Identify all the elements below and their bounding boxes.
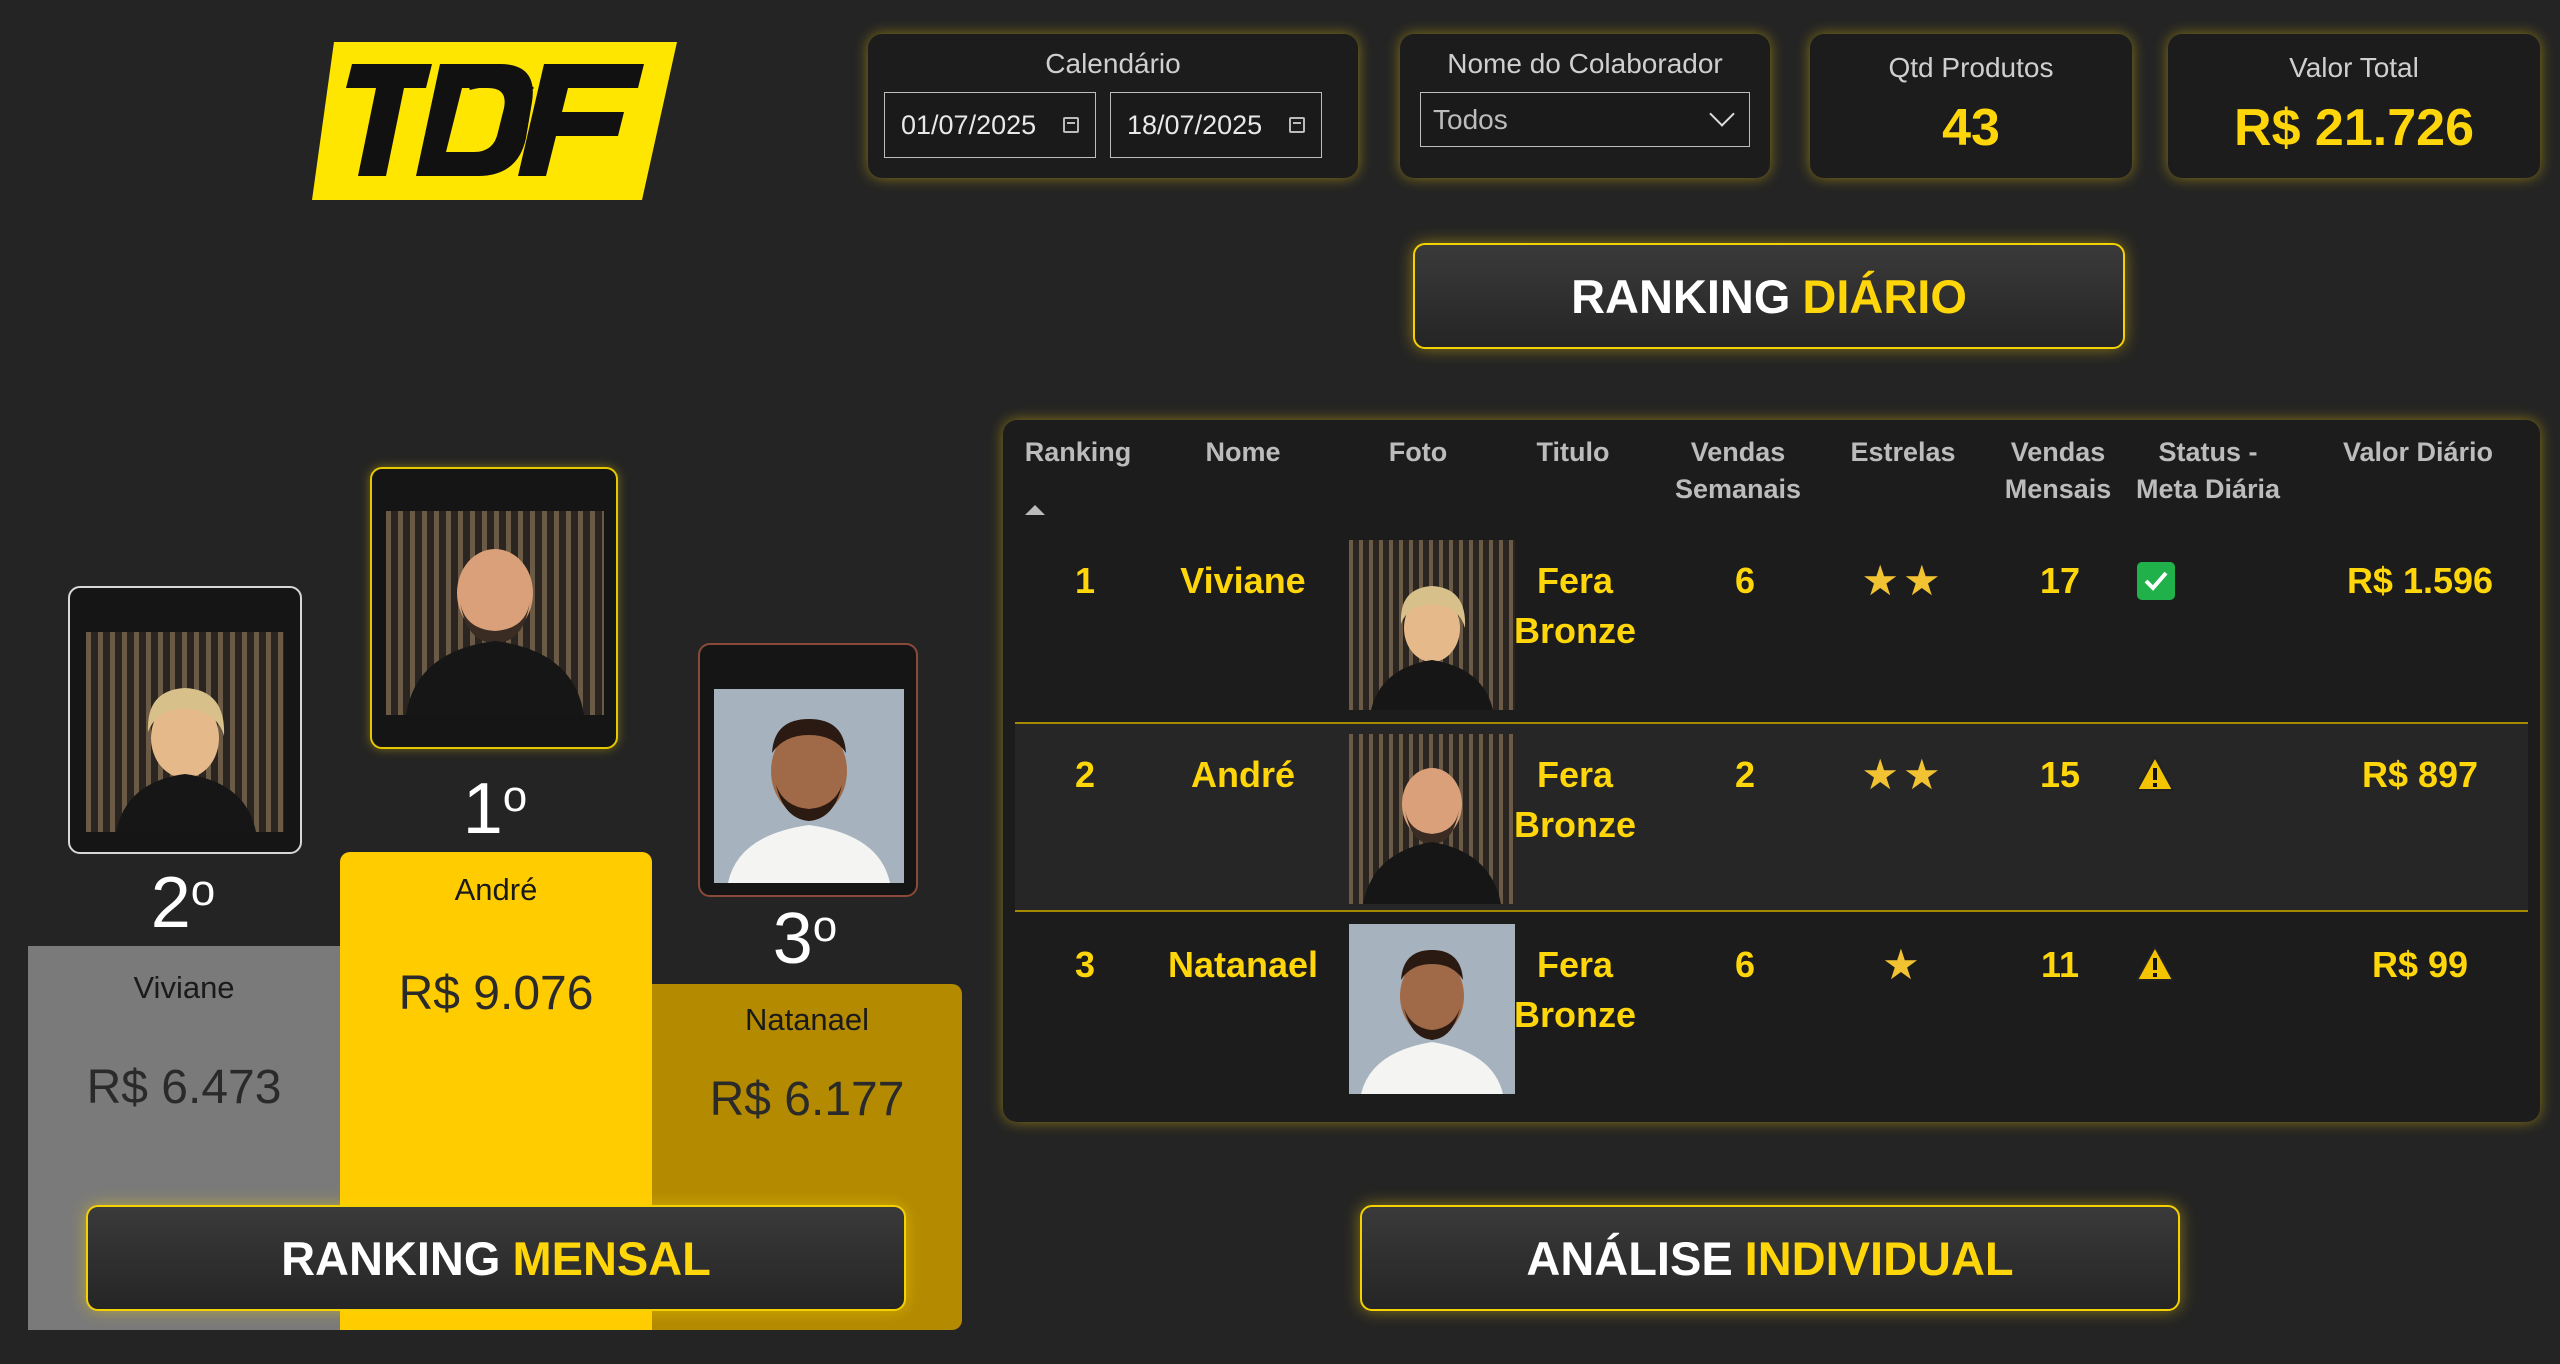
ranking-diario-label: RANKING bbox=[1571, 269, 1791, 323]
daily-value-cell: R$ 897 bbox=[2361, 754, 2479, 795]
star-icon: ★★ bbox=[1861, 751, 1945, 798]
table-row[interactable]: 1 Viviane Fera Bronze 6 ★★ 17 R$ 1.596 bbox=[1015, 530, 2528, 720]
collaborator-filter-card: Nome do Colaborador Todos bbox=[1400, 34, 1770, 178]
name-cell: André bbox=[1190, 754, 1295, 795]
title-cell: Fera Bronze bbox=[1513, 560, 1636, 651]
header-foto[interactable]: Foto bbox=[1343, 434, 1493, 471]
header-vendas-semanais[interactable]: Vendas Semanais bbox=[1653, 434, 1823, 508]
podium-third-value: R$ 6.177 bbox=[709, 1073, 905, 1126]
qtd-produtos-title: Qtd Produtos bbox=[1888, 52, 2054, 83]
qtd-produtos-card: Qtd Produtos 43 bbox=[1810, 34, 2132, 178]
collaborator-title: Nome do Colaborador bbox=[1447, 48, 1723, 79]
rank-cell: 3 bbox=[1074, 944, 1096, 985]
weekly-sales-cell: 6 bbox=[1734, 944, 1756, 985]
warning-icon bbox=[2135, 754, 2175, 791]
tdf-logo bbox=[312, 42, 677, 200]
collaborator-dropdown[interactable]: Todos bbox=[1420, 92, 1750, 147]
end-date-value: 18/07/2025 bbox=[1127, 109, 1263, 140]
end-date-input[interactable]: 18/07/2025 bbox=[1110, 92, 1322, 158]
avatar bbox=[86, 632, 284, 832]
daily-value-cell: R$ 99 bbox=[2371, 944, 2469, 985]
avatar bbox=[1349, 540, 1515, 710]
table-row[interactable]: 2 André Fera Bronze 2 ★★ 15 R$ 897 bbox=[1015, 722, 2528, 912]
header-valor-diario[interactable]: Valor Diário bbox=[2303, 434, 2533, 471]
weekly-sales-cell: 2 bbox=[1734, 754, 1756, 795]
ranking-mensal-button[interactable]: RANKING MENSAL bbox=[86, 1205, 906, 1311]
chevron-down-icon[interactable] bbox=[1709, 101, 1735, 127]
table-row[interactable]: 3 Natanael Fera Bronze 6 ★ 11 R$ 99 bbox=[1015, 914, 2528, 1104]
star-icon: ★★ bbox=[1861, 557, 1945, 604]
start-date-value: 01/07/2025 bbox=[901, 109, 1037, 140]
calendar-title: Calendário bbox=[1045, 48, 1181, 79]
header-vendas-mensais[interactable]: Vendas Mensais bbox=[1983, 434, 2133, 508]
header-nome[interactable]: Nome bbox=[1153, 434, 1333, 471]
header-estrelas[interactable]: Estrelas bbox=[1823, 434, 1983, 471]
podium-first-photo-frame bbox=[370, 467, 618, 749]
check-icon bbox=[2137, 562, 2175, 600]
ranking-mensal-label: RANKING bbox=[281, 1231, 501, 1285]
header-status-meta[interactable]: Status - Meta Diária bbox=[2123, 434, 2293, 508]
monthly-sales-cell: 11 bbox=[2040, 944, 2080, 985]
calendar-filter-card: Calendário 01/07/2025 18/07/2025 bbox=[868, 34, 1358, 178]
ranking-diario-table: Ranking Nome Foto Titulo Vendas Semanais … bbox=[1003, 420, 2540, 1122]
start-date-input[interactable]: 01/07/2025 bbox=[884, 92, 1096, 158]
podium-third-photo-frame bbox=[698, 643, 918, 897]
warning-icon bbox=[2135, 944, 2175, 981]
avatar bbox=[1349, 924, 1515, 1094]
rank-cell: 2 bbox=[1074, 754, 1096, 795]
rank-cell: 1 bbox=[1074, 560, 1096, 601]
podium-first-place: 1o bbox=[462, 769, 528, 849]
monthly-sales-cell: 15 bbox=[2039, 754, 2081, 795]
title-cell: Fera Bronze bbox=[1513, 754, 1636, 845]
analise-individual-highlight: INDIVIDUAL bbox=[1744, 1231, 2014, 1285]
avatar bbox=[386, 511, 604, 715]
podium-second-value: R$ 6.473 bbox=[86, 1061, 282, 1114]
avatar bbox=[1349, 734, 1515, 904]
podium-second-place: 2o bbox=[150, 863, 216, 943]
ranking-diario-button[interactable]: RANKING DIÁRIO bbox=[1413, 243, 2125, 349]
header-titulo[interactable]: Titulo bbox=[1503, 434, 1643, 471]
podium-third-name: Natanael bbox=[744, 1002, 870, 1037]
avatar bbox=[714, 689, 904, 883]
sort-ascending-icon[interactable] bbox=[1025, 505, 1045, 515]
analise-individual-button[interactable]: ANÁLISE INDIVIDUAL bbox=[1360, 1205, 2180, 1311]
podium-third-place: 3o bbox=[772, 899, 838, 979]
daily-value-cell: R$ 1.596 bbox=[2346, 560, 2494, 601]
name-cell: Natanael bbox=[1167, 944, 1319, 985]
title-cell: Fera Bronze bbox=[1513, 944, 1636, 1035]
podium-first-name: André bbox=[454, 872, 538, 907]
header-ranking[interactable]: Ranking bbox=[1003, 434, 1153, 471]
valor-total-title: Valor Total bbox=[2289, 52, 2419, 83]
podium-first-value: R$ 9.076 bbox=[398, 967, 594, 1020]
weekly-sales-cell: 6 bbox=[1734, 560, 1756, 601]
podium-second-photo-frame bbox=[68, 586, 302, 854]
qtd-produtos-value: 43 bbox=[1942, 99, 2000, 157]
ranking-mensal-highlight: MENSAL bbox=[512, 1231, 711, 1285]
collaborator-selected-value: Todos bbox=[1433, 103, 1508, 135]
valor-total-value: R$ 21.726 bbox=[2234, 99, 2474, 157]
calendar-icon[interactable] bbox=[1289, 117, 1305, 133]
calendar-icon[interactable] bbox=[1063, 117, 1079, 133]
analise-individual-label: ANÁLISE bbox=[1526, 1231, 1733, 1285]
star-icon: ★ bbox=[1882, 941, 1924, 988]
monthly-sales-cell: 17 bbox=[2039, 560, 2081, 601]
name-cell: Viviane bbox=[1180, 560, 1306, 601]
valor-total-card: Valor Total R$ 21.726 bbox=[2168, 34, 2540, 178]
ranking-diario-highlight: DIÁRIO bbox=[1802, 269, 1967, 323]
podium-second-name: Viviane bbox=[133, 970, 235, 1005]
